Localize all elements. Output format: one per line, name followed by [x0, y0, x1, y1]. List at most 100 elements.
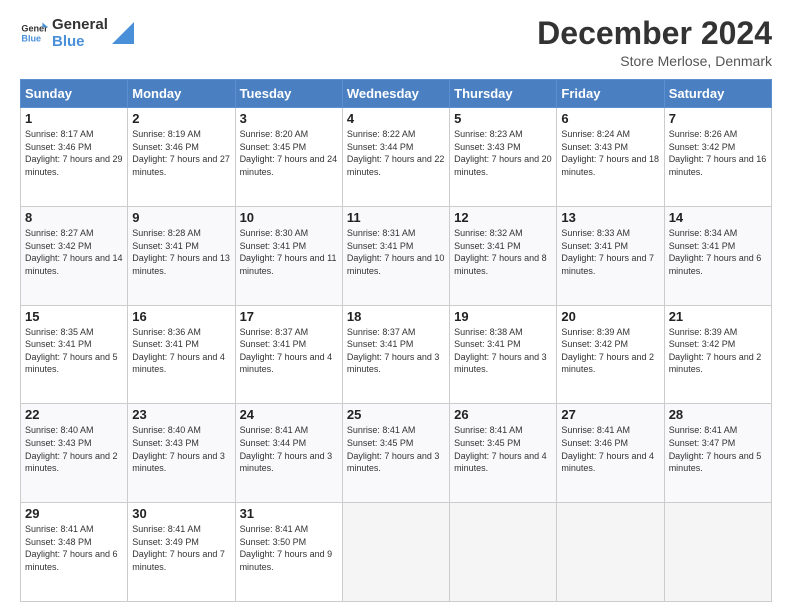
cell-info: Sunrise: 8:41 AMSunset: 3:45 PMDaylight:… [454, 425, 547, 473]
day-number: 12 [454, 210, 552, 225]
day-number: 4 [347, 111, 445, 126]
table-row: 1 Sunrise: 8:17 AMSunset: 3:46 PMDayligh… [21, 108, 128, 207]
cell-info: Sunrise: 8:41 AMSunset: 3:50 PMDaylight:… [240, 524, 333, 572]
cell-info: Sunrise: 8:30 AMSunset: 3:41 PMDaylight:… [240, 228, 337, 276]
day-number: 3 [240, 111, 338, 126]
day-number: 31 [240, 506, 338, 521]
table-row: 27 Sunrise: 8:41 AMSunset: 3:46 PMDaylig… [557, 404, 664, 503]
cell-info: Sunrise: 8:31 AMSunset: 3:41 PMDaylight:… [347, 228, 445, 276]
day-number: 18 [347, 309, 445, 324]
table-row: 14 Sunrise: 8:34 AMSunset: 3:41 PMDaylig… [664, 206, 771, 305]
logo-icon: General Blue [20, 19, 48, 47]
cell-info: Sunrise: 8:27 AMSunset: 3:42 PMDaylight:… [25, 228, 123, 276]
calendar-header-row: Sunday Monday Tuesday Wednesday Thursday… [21, 80, 772, 108]
location-subtitle: Store Merlose, Denmark [537, 53, 772, 69]
cell-info: Sunrise: 8:40 AMSunset: 3:43 PMDaylight:… [132, 425, 225, 473]
table-row: 25 Sunrise: 8:41 AMSunset: 3:45 PMDaylig… [342, 404, 449, 503]
day-number: 1 [25, 111, 123, 126]
col-saturday: Saturday [664, 80, 771, 108]
col-monday: Monday [128, 80, 235, 108]
table-row: 20 Sunrise: 8:39 AMSunset: 3:42 PMDaylig… [557, 305, 664, 404]
cell-info: Sunrise: 8:39 AMSunset: 3:42 PMDaylight:… [669, 327, 762, 375]
table-row: 6 Sunrise: 8:24 AMSunset: 3:43 PMDayligh… [557, 108, 664, 207]
table-row: 17 Sunrise: 8:37 AMSunset: 3:41 PMDaylig… [235, 305, 342, 404]
day-number: 22 [25, 407, 123, 422]
cell-info: Sunrise: 8:36 AMSunset: 3:41 PMDaylight:… [132, 327, 225, 375]
table-row: 21 Sunrise: 8:39 AMSunset: 3:42 PMDaylig… [664, 305, 771, 404]
day-number: 17 [240, 309, 338, 324]
table-row: 24 Sunrise: 8:41 AMSunset: 3:44 PMDaylig… [235, 404, 342, 503]
cell-info: Sunrise: 8:38 AMSunset: 3:41 PMDaylight:… [454, 327, 547, 375]
calendar-table: Sunday Monday Tuesday Wednesday Thursday… [20, 79, 772, 602]
table-row: 30 Sunrise: 8:41 AMSunset: 3:49 PMDaylig… [128, 503, 235, 602]
cell-info: Sunrise: 8:37 AMSunset: 3:41 PMDaylight:… [240, 327, 333, 375]
cell-info: Sunrise: 8:28 AMSunset: 3:41 PMDaylight:… [132, 228, 230, 276]
cell-info: Sunrise: 8:24 AMSunset: 3:43 PMDaylight:… [561, 129, 659, 177]
table-row: 11 Sunrise: 8:31 AMSunset: 3:41 PMDaylig… [342, 206, 449, 305]
table-row [342, 503, 449, 602]
header: General Blue General Blue December 2024 … [20, 16, 772, 69]
cell-info: Sunrise: 8:19 AMSunset: 3:46 PMDaylight:… [132, 129, 230, 177]
cell-info: Sunrise: 8:41 AMSunset: 3:45 PMDaylight:… [347, 425, 440, 473]
calendar-week-row: 15 Sunrise: 8:35 AMSunset: 3:41 PMDaylig… [21, 305, 772, 404]
logo: General Blue General Blue [20, 16, 134, 51]
cell-info: Sunrise: 8:33 AMSunset: 3:41 PMDaylight:… [561, 228, 654, 276]
table-row: 9 Sunrise: 8:28 AMSunset: 3:41 PMDayligh… [128, 206, 235, 305]
calendar-week-row: 1 Sunrise: 8:17 AMSunset: 3:46 PMDayligh… [21, 108, 772, 207]
day-number: 26 [454, 407, 552, 422]
cell-info: Sunrise: 8:41 AMSunset: 3:47 PMDaylight:… [669, 425, 762, 473]
col-tuesday: Tuesday [235, 80, 342, 108]
cell-info: Sunrise: 8:34 AMSunset: 3:41 PMDaylight:… [669, 228, 762, 276]
cell-info: Sunrise: 8:41 AMSunset: 3:49 PMDaylight:… [132, 524, 225, 572]
table-row: 29 Sunrise: 8:41 AMSunset: 3:48 PMDaylig… [21, 503, 128, 602]
page: General Blue General Blue December 2024 … [0, 0, 792, 612]
cell-info: Sunrise: 8:37 AMSunset: 3:41 PMDaylight:… [347, 327, 440, 375]
day-number: 2 [132, 111, 230, 126]
day-number: 10 [240, 210, 338, 225]
calendar-week-row: 29 Sunrise: 8:41 AMSunset: 3:48 PMDaylig… [21, 503, 772, 602]
title-block: December 2024 Store Merlose, Denmark [537, 16, 772, 69]
day-number: 19 [454, 309, 552, 324]
table-row [557, 503, 664, 602]
day-number: 6 [561, 111, 659, 126]
svg-text:Blue: Blue [21, 34, 41, 44]
cell-info: Sunrise: 8:26 AMSunset: 3:42 PMDaylight:… [669, 129, 767, 177]
day-number: 8 [25, 210, 123, 225]
day-number: 25 [347, 407, 445, 422]
table-row [450, 503, 557, 602]
day-number: 30 [132, 506, 230, 521]
table-row: 4 Sunrise: 8:22 AMSunset: 3:44 PMDayligh… [342, 108, 449, 207]
table-row: 16 Sunrise: 8:36 AMSunset: 3:41 PMDaylig… [128, 305, 235, 404]
day-number: 23 [132, 407, 230, 422]
day-number: 9 [132, 210, 230, 225]
cell-info: Sunrise: 8:40 AMSunset: 3:43 PMDaylight:… [25, 425, 118, 473]
cell-info: Sunrise: 8:23 AMSunset: 3:43 PMDaylight:… [454, 129, 552, 177]
logo-general: General [52, 16, 108, 33]
table-row: 10 Sunrise: 8:30 AMSunset: 3:41 PMDaylig… [235, 206, 342, 305]
logo-blue: Blue [52, 33, 108, 50]
table-row: 2 Sunrise: 8:19 AMSunset: 3:46 PMDayligh… [128, 108, 235, 207]
table-row: 5 Sunrise: 8:23 AMSunset: 3:43 PMDayligh… [450, 108, 557, 207]
logo-triangle-icon [112, 22, 134, 44]
cell-info: Sunrise: 8:35 AMSunset: 3:41 PMDaylight:… [25, 327, 118, 375]
table-row: 31 Sunrise: 8:41 AMSunset: 3:50 PMDaylig… [235, 503, 342, 602]
table-row: 15 Sunrise: 8:35 AMSunset: 3:41 PMDaylig… [21, 305, 128, 404]
cell-info: Sunrise: 8:41 AMSunset: 3:46 PMDaylight:… [561, 425, 654, 473]
table-row: 8 Sunrise: 8:27 AMSunset: 3:42 PMDayligh… [21, 206, 128, 305]
month-title: December 2024 [537, 16, 772, 51]
cell-info: Sunrise: 8:39 AMSunset: 3:42 PMDaylight:… [561, 327, 654, 375]
day-number: 13 [561, 210, 659, 225]
table-row: 26 Sunrise: 8:41 AMSunset: 3:45 PMDaylig… [450, 404, 557, 503]
col-wednesday: Wednesday [342, 80, 449, 108]
calendar-week-row: 22 Sunrise: 8:40 AMSunset: 3:43 PMDaylig… [21, 404, 772, 503]
table-row: 3 Sunrise: 8:20 AMSunset: 3:45 PMDayligh… [235, 108, 342, 207]
day-number: 20 [561, 309, 659, 324]
table-row: 12 Sunrise: 8:32 AMSunset: 3:41 PMDaylig… [450, 206, 557, 305]
cell-info: Sunrise: 8:20 AMSunset: 3:45 PMDaylight:… [240, 129, 338, 177]
day-number: 7 [669, 111, 767, 126]
day-number: 11 [347, 210, 445, 225]
day-number: 29 [25, 506, 123, 521]
day-number: 27 [561, 407, 659, 422]
table-row [664, 503, 771, 602]
cell-info: Sunrise: 8:17 AMSunset: 3:46 PMDaylight:… [25, 129, 123, 177]
